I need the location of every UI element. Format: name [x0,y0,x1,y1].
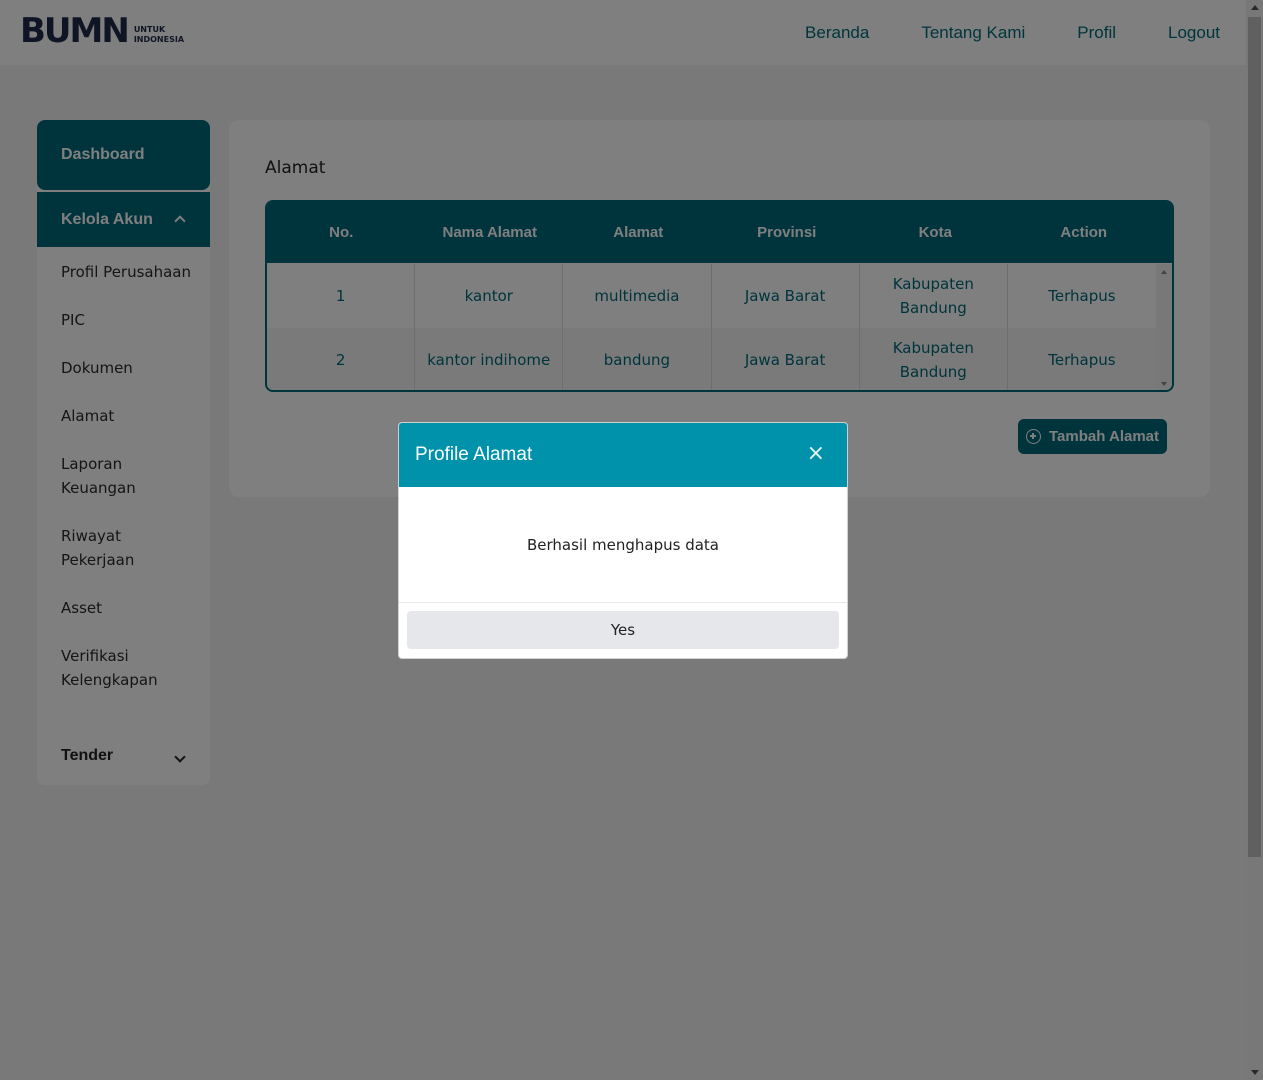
yes-button[interactable]: Yes [407,611,839,649]
modal-title: Profile Alamat [415,444,533,465]
close-icon[interactable]: × [807,441,825,467]
modal-body: Berhasil menghapus data [399,487,847,603]
modal-header: Profile Alamat × [399,423,847,487]
profile-alamat-modal: Profile Alamat × Berhasil menghapus data… [398,422,848,659]
modal-message: Berhasil menghapus data [526,535,719,554]
